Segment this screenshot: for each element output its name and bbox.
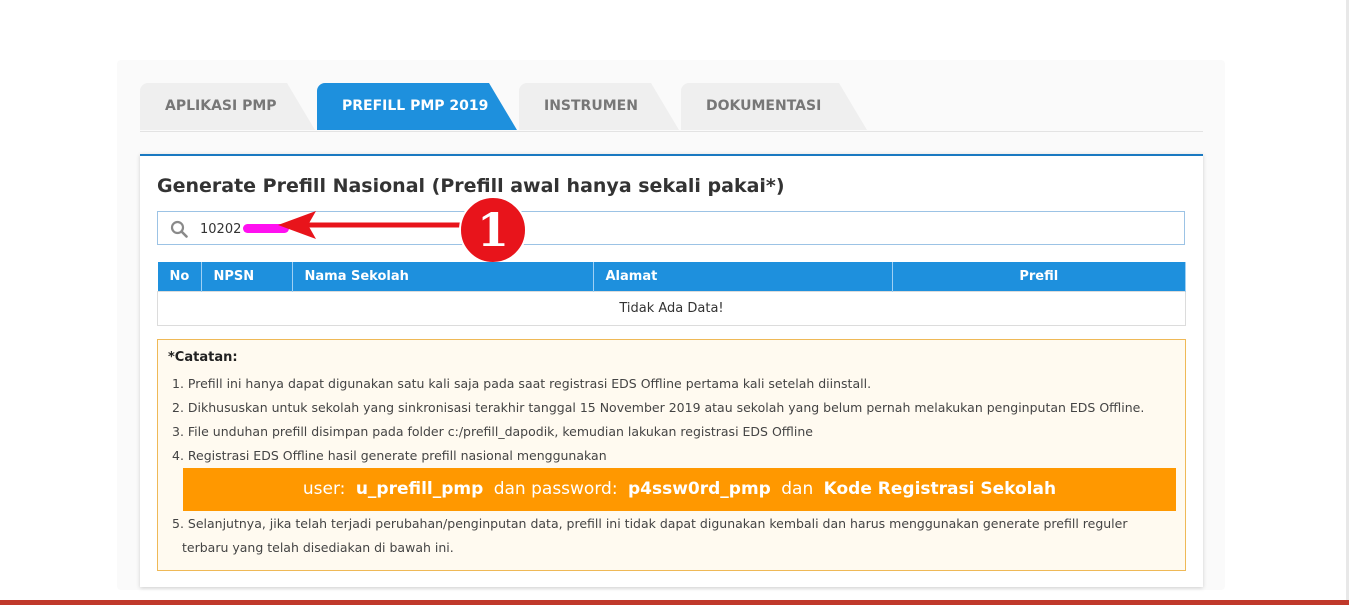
banner-and-label: dan xyxy=(781,479,814,499)
note-item-1: 1. Prefill ini hanya dapat digunakan sat… xyxy=(172,376,872,391)
annotation-arrow: 1 xyxy=(278,196,527,264)
credentials-banner: user: u_prefill_pmp dan password: p4ssw0… xyxy=(183,468,1176,511)
notes-title: *Catatan: xyxy=(168,350,238,365)
taskbar-strip xyxy=(0,600,1349,605)
table-header-no: No xyxy=(157,262,202,292)
notes-box: *Catatan: 1. Prefill ini hanya dapat dig… xyxy=(157,339,1186,571)
tab-instrumen[interactable]: INSTRUMEN xyxy=(519,83,679,130)
table-header-npsn: NPSN xyxy=(201,262,293,292)
search-icon xyxy=(170,220,188,238)
banner-password-label: dan password: xyxy=(493,479,618,499)
table-header-nama-sekolah: Nama Sekolah xyxy=(292,262,594,292)
table-header-prefil: Prefil xyxy=(892,262,1186,292)
table-row: Tidak Ada Data! xyxy=(157,291,1186,326)
empty-message: Tidak Ada Data! xyxy=(157,291,1186,326)
note-item-2: 2. Dikhususkan untuk sekolah yang sinkro… xyxy=(172,400,1145,415)
note-item-3: 3. File unduhan prefill disimpan pada fo… xyxy=(172,424,813,439)
tab-aplikasi-pmp[interactable]: APLIKASI PMP xyxy=(140,83,315,130)
note-item-4: 4. Registrasi EDS Offline hasil generate… xyxy=(172,448,607,463)
banner-code-label: Kode Registrasi Sekolah xyxy=(823,479,1057,499)
prefill-panel: Generate Prefill Nasional (Prefill awal … xyxy=(140,154,1203,587)
banner-user-value: u_prefill_pmp xyxy=(355,479,484,499)
annotation-marker-number: 1 xyxy=(477,203,509,257)
note-item-5: 5. Selanjutnya, jika telah terjadi perub… xyxy=(172,516,1128,531)
tab-dokumentasi[interactable]: DOKUMENTASI xyxy=(681,83,867,130)
banner-user-label: user: xyxy=(302,479,346,499)
tab-prefill-pmp-2019[interactable]: PREFILL PMP 2019 xyxy=(317,83,517,130)
note-item-5-continued: terbaru yang telah disediakan di bawah i… xyxy=(182,540,454,555)
tab-bar: APLIKASI PMP PREFILL PMP 2019 INSTRUMEN … xyxy=(140,83,1203,132)
table-header-alamat: Alamat xyxy=(593,262,893,292)
school-table: No NPSN Nama Sekolah Alamat Prefil Tidak… xyxy=(157,262,1186,326)
banner-password-value: p4ssw0rd_pmp xyxy=(627,479,771,499)
